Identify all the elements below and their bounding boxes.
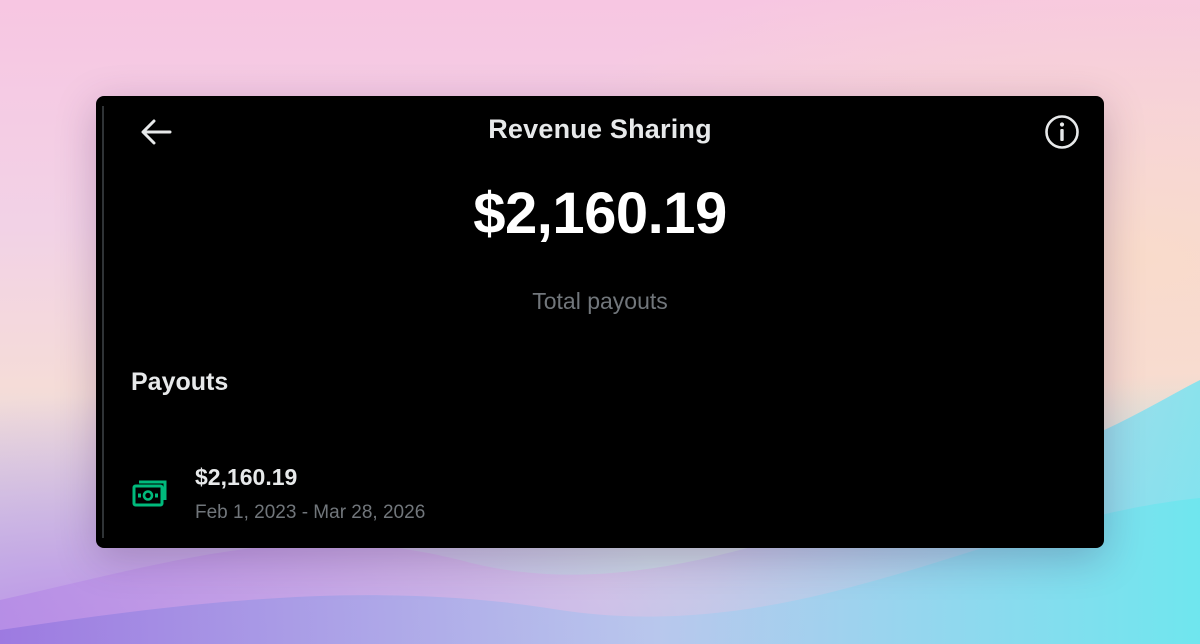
payout-list-item[interactable]: $2,160.19 Feb 1, 2023 - Mar 28, 2026 (96, 448, 1104, 528)
money-bill-icon (132, 480, 167, 507)
info-circle-icon (1045, 115, 1079, 149)
total-payout-label: Total payouts (532, 288, 668, 314)
payout-period: Feb 1, 2023 - Mar 28, 2026 (195, 502, 426, 523)
page-title: Revenue Sharing (488, 114, 712, 144)
payout-amount: $2,160.19 (195, 464, 298, 490)
payouts-heading: Payouts (131, 368, 229, 396)
total-payout-amount: $2,160.19 (473, 181, 727, 246)
revenue-sharing-panel: Revenue Sharing $2,160.19 Total payouts … (96, 96, 1104, 548)
info-button[interactable] (1042, 112, 1082, 152)
